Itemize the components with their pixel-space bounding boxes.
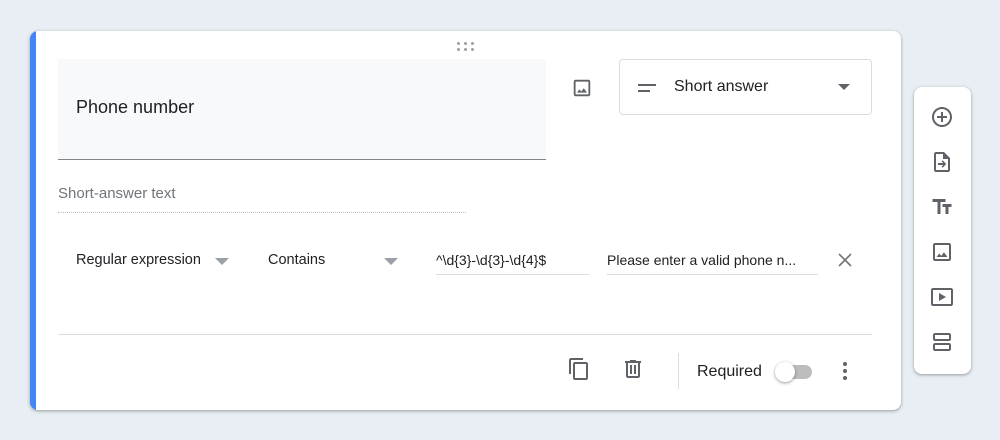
import-questions-button[interactable] bbox=[929, 149, 955, 175]
close-icon bbox=[838, 253, 852, 267]
validation-type-label: Regular expression bbox=[76, 252, 201, 268]
validation-pattern-value: ^\d{3}-\d{3}-\d{4}$ bbox=[436, 252, 547, 268]
short-text-icon bbox=[638, 84, 656, 92]
video-icon bbox=[931, 288, 953, 306]
image-icon bbox=[573, 79, 591, 97]
duplicate-button[interactable] bbox=[567, 357, 591, 381]
footer-divider bbox=[58, 334, 872, 335]
validation-pattern-input[interactable]: ^\d{3}-\d{3}-\d{4}$ bbox=[436, 245, 589, 275]
validation-error-text-value: Please enter a valid phone n... bbox=[607, 252, 797, 268]
more-vert-icon bbox=[843, 362, 847, 380]
validation-condition-label: Contains bbox=[268, 252, 326, 268]
question-type-label: Short answer bbox=[674, 78, 769, 95]
add-circle-icon bbox=[932, 107, 952, 127]
add-video-button[interactable] bbox=[929, 284, 955, 310]
arrow-drop-down-icon bbox=[384, 258, 398, 265]
import-questions-icon bbox=[934, 152, 950, 172]
footer-separator bbox=[678, 353, 679, 389]
add-section-button[interactable] bbox=[929, 329, 955, 355]
content-copy-icon bbox=[569, 358, 588, 380]
delete-button[interactable] bbox=[621, 357, 645, 381]
add-image-toolbar-button[interactable] bbox=[929, 239, 955, 265]
validation-type-select[interactable]: Regular expression bbox=[58, 245, 238, 277]
question-type-dropdown[interactable]: Short answer bbox=[619, 59, 872, 115]
image-icon bbox=[933, 243, 951, 261]
required-label: Required bbox=[697, 363, 762, 380]
floating-toolbar bbox=[914, 87, 971, 374]
question-title-field[interactable]: Phone number bbox=[58, 59, 546, 160]
short-answer-preview: Short-answer text bbox=[58, 185, 466, 213]
toggle-thumb bbox=[775, 362, 795, 382]
remove-validation-button[interactable] bbox=[835, 250, 855, 270]
title-and-description-icon bbox=[932, 199, 952, 214]
section-icon bbox=[933, 333, 951, 351]
question-card[interactable]: Phone number Short answer Short-answer t… bbox=[30, 31, 901, 410]
add-question-button[interactable] bbox=[929, 104, 955, 130]
add-image-button[interactable] bbox=[569, 75, 595, 101]
delete-icon bbox=[625, 360, 641, 378]
validation-error-text-input[interactable]: Please enter a valid phone n... bbox=[607, 245, 818, 275]
more-options-button[interactable] bbox=[833, 359, 857, 383]
required-toggle[interactable] bbox=[774, 360, 818, 384]
add-title-description-button[interactable] bbox=[929, 194, 955, 220]
active-accent-bar bbox=[30, 31, 36, 410]
validation-condition-select[interactable]: Contains bbox=[250, 245, 410, 277]
drag-handle-icon[interactable] bbox=[455, 40, 475, 52]
arrow-drop-down-icon bbox=[215, 258, 229, 265]
arrow-drop-down-icon bbox=[838, 84, 850, 90]
question-title-input[interactable]: Phone number bbox=[76, 97, 526, 118]
short-answer-placeholder: Short-answer text bbox=[58, 185, 176, 202]
